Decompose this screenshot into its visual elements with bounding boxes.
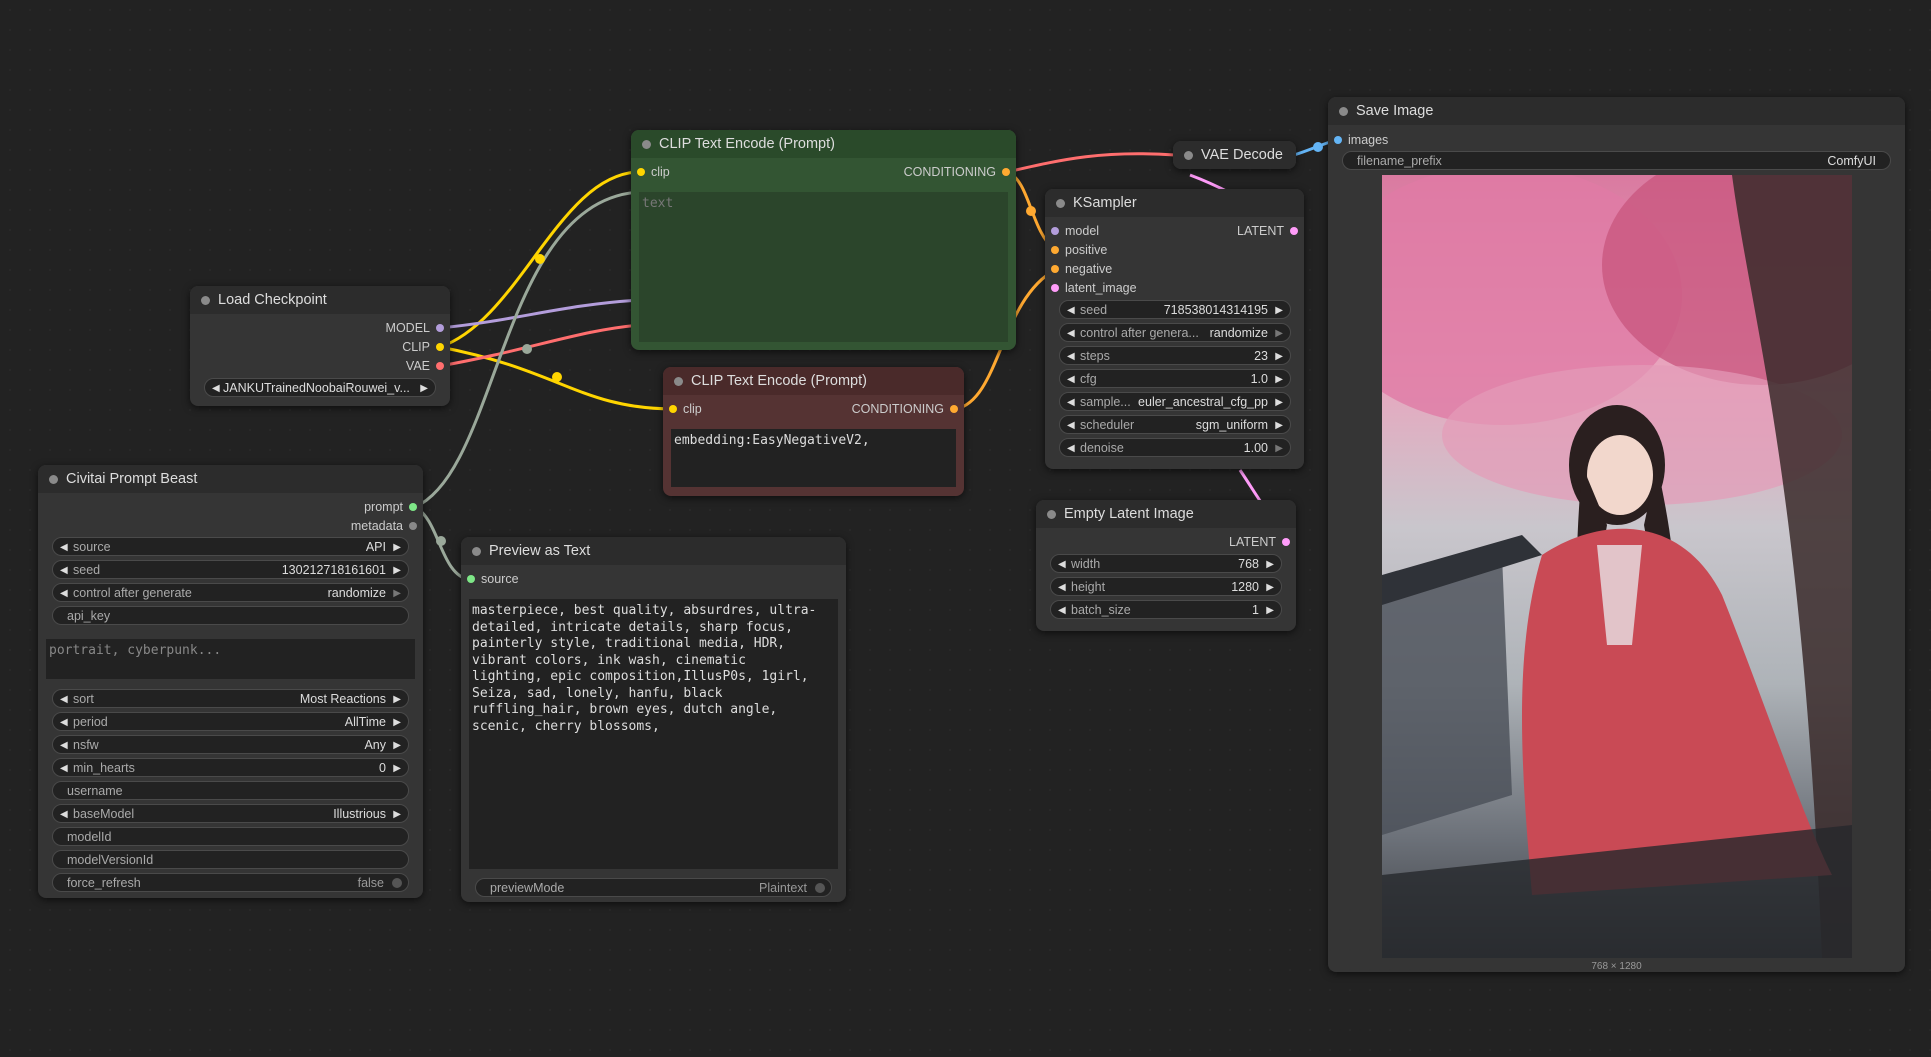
negative-input-slot[interactable]: negative xyxy=(1051,261,1112,277)
width-widget[interactable]: ◀ width 768 ▶ xyxy=(1050,554,1282,573)
latent-image-input-slot[interactable]: latent_image xyxy=(1051,280,1137,296)
conditioning-output-slot[interactable]: CONDITIONING xyxy=(852,401,958,417)
prompt-output-slot[interactable]: prompt xyxy=(364,499,417,515)
sort-widget[interactable]: ◀ sort Most Reactions ▶ xyxy=(52,689,409,708)
node-title: Empty Latent Image xyxy=(1064,506,1194,522)
ckpt-name-combo[interactable]: ◀ JANKUTrainedNoobaiRouwei_v... ▶ xyxy=(204,378,436,397)
source-input-slot[interactable]: source xyxy=(467,571,519,587)
load-checkpoint-node[interactable]: Load Checkpoint MODEL CLIP VAE ◀ JANKUTra… xyxy=(190,286,450,406)
filename-prefix-widget[interactable]: filename_prefix ComfyUI xyxy=(1342,151,1891,170)
save-image-node[interactable]: Save Image images filename_prefix ComfyUI… xyxy=(1328,97,1905,972)
civitai-prompt-beast-node[interactable]: Civitai Prompt Beast prompt metadata ◀ so… xyxy=(38,465,423,898)
collapse-dot-icon[interactable] xyxy=(642,140,651,149)
period-widget[interactable]: ◀ period AllTime ▶ xyxy=(52,712,409,731)
node-title: KSampler xyxy=(1073,195,1137,211)
text-textarea[interactable]: embedding:EasyNegativeV2, xyxy=(671,429,956,487)
node-header[interactable]: Preview as Text xyxy=(461,537,846,565)
scheduler-widget[interactable]: ◀ scheduler sgm_uniform ▶ xyxy=(1059,415,1291,434)
model-id-input[interactable]: modelId xyxy=(52,827,409,846)
arrow-right-icon: ▶ xyxy=(420,383,428,394)
collapse-dot-icon[interactable] xyxy=(472,547,481,556)
text-textarea[interactable]: text xyxy=(639,192,1008,342)
metadata-output-slot[interactable]: metadata xyxy=(351,518,417,534)
collapse-dot-icon[interactable] xyxy=(201,296,210,305)
node-header[interactable]: VAE Decode xyxy=(1173,141,1296,169)
latent-output-slot[interactable]: LATENT xyxy=(1237,223,1298,239)
control-after-generate-widget[interactable]: ◀ control after genera... randomize ▶ xyxy=(1059,323,1291,342)
preview-mode-toggle[interactable]: previewMode Plaintext xyxy=(475,878,832,897)
node-header[interactable]: Empty Latent Image xyxy=(1036,500,1296,528)
wire-vae xyxy=(439,323,641,368)
clip-output-slot[interactable]: CLIP xyxy=(402,339,444,355)
clip-text-encode-positive-node[interactable]: CLIP Text Encode (Prompt) clip CONDITION… xyxy=(631,130,1016,350)
vae-decode-node[interactable]: VAE Decode xyxy=(1173,141,1296,169)
collapse-dot-icon[interactable] xyxy=(674,377,683,386)
node-title: CLIP Text Encode (Prompt) xyxy=(691,373,867,389)
preview-text-area[interactable]: masterpiece, best quality, absurdres, ul… xyxy=(469,599,838,869)
batch-size-widget[interactable]: ◀ batch_size 1 ▶ xyxy=(1050,600,1282,619)
node-title: Save Image xyxy=(1356,103,1434,119)
image-size-caption: 768 × 1280 xyxy=(1591,961,1642,972)
positive-input-slot[interactable]: positive xyxy=(1051,242,1107,258)
seed-widget[interactable]: ◀ seed 718538014314195 ▶ xyxy=(1059,300,1291,319)
conditioning-output-slot[interactable]: CONDITIONING xyxy=(904,164,1010,180)
collapse-dot-icon[interactable] xyxy=(1056,199,1065,208)
toggle-knob-icon xyxy=(815,883,825,893)
vae-output-slot[interactable]: VAE xyxy=(406,358,444,374)
node-title: Load Checkpoint xyxy=(218,292,327,308)
generated-image-preview[interactable] xyxy=(1382,175,1852,958)
node-header[interactable]: KSampler xyxy=(1045,189,1304,217)
node-header[interactable]: Load Checkpoint xyxy=(190,286,450,314)
collapse-dot-icon[interactable] xyxy=(1047,510,1056,519)
api-key-input[interactable]: api_key xyxy=(52,606,409,625)
wire-clip-neg xyxy=(439,345,673,411)
clip-input-slot[interactable]: clip xyxy=(669,401,702,417)
latent-output-slot[interactable]: LATENT xyxy=(1229,534,1290,550)
images-input-slot[interactable]: images xyxy=(1334,132,1388,148)
node-title: Preview as Text xyxy=(489,543,591,559)
clip-text-encode-negative-node[interactable]: CLIP Text Encode (Prompt) clip CONDITION… xyxy=(663,367,964,496)
base-model-widget[interactable]: ◀ baseModel Illustrious ▶ xyxy=(52,804,409,823)
wire-clip-pos xyxy=(439,170,641,349)
empty-latent-image-node[interactable]: Empty Latent Image LATENT ◀ width 768 ▶ ◀ he… xyxy=(1036,500,1296,631)
source-widget[interactable]: ◀ source API ▶ xyxy=(52,537,409,556)
anime-girl-cherry-blossom-illustration xyxy=(1382,175,1852,958)
username-input[interactable]: username xyxy=(52,781,409,800)
toggle-knob-icon xyxy=(392,878,402,888)
node-header[interactable]: CLIP Text Encode (Prompt) xyxy=(663,367,964,395)
wire-model xyxy=(439,298,641,330)
node-title: CLIP Text Encode (Prompt) xyxy=(659,136,835,152)
node-header[interactable]: Civitai Prompt Beast xyxy=(38,465,423,493)
node-title: VAE Decode xyxy=(1201,147,1283,163)
clip-input-slot[interactable]: clip xyxy=(637,164,670,180)
denoise-widget[interactable]: ◀ denoise 1.00 ▶ xyxy=(1059,438,1291,457)
min-hearts-widget[interactable]: ◀ min_hearts 0 ▶ xyxy=(52,758,409,777)
wire-vae-decode xyxy=(1006,152,1176,174)
control-after-generate-widget[interactable]: ◀ control after generate randomize ▶ xyxy=(52,583,409,602)
node-header[interactable]: Save Image xyxy=(1328,97,1905,125)
collapse-dot-icon[interactable] xyxy=(1184,151,1193,160)
model-input-slot[interactable]: model xyxy=(1051,223,1099,239)
node-header[interactable]: CLIP Text Encode (Prompt) xyxy=(631,130,1016,158)
collapse-dot-icon[interactable] xyxy=(1339,107,1348,116)
node-title: Civitai Prompt Beast xyxy=(66,471,198,487)
query-textarea[interactable]: portrait, cyberpunk... xyxy=(46,639,415,679)
preview-as-text-node[interactable]: Preview as Text source masterpiece, best… xyxy=(461,537,846,902)
ksampler-node[interactable]: KSampler model positive negative latent_… xyxy=(1045,189,1304,469)
model-output-slot[interactable]: MODEL xyxy=(386,320,444,336)
force-refresh-toggle[interactable]: force_refresh false xyxy=(52,873,409,892)
sampler-name-widget[interactable]: ◀ sample... euler_ancestral_cfg_pp ▶ xyxy=(1059,392,1291,411)
collapse-dot-icon[interactable] xyxy=(49,475,58,484)
steps-widget[interactable]: ◀ steps 23 ▶ xyxy=(1059,346,1291,365)
model-version-id-input[interactable]: modelVersionId xyxy=(52,850,409,869)
height-widget[interactable]: ◀ height 1280 ▶ xyxy=(1050,577,1282,596)
seed-widget[interactable]: ◀ seed 130212718161601 ▶ xyxy=(52,560,409,579)
arrow-left-icon: ◀ xyxy=(212,383,220,394)
cfg-widget[interactable]: ◀ cfg 1.0 ▶ xyxy=(1059,369,1291,388)
nsfw-widget[interactable]: ◀ nsfw Any ▶ xyxy=(52,735,409,754)
